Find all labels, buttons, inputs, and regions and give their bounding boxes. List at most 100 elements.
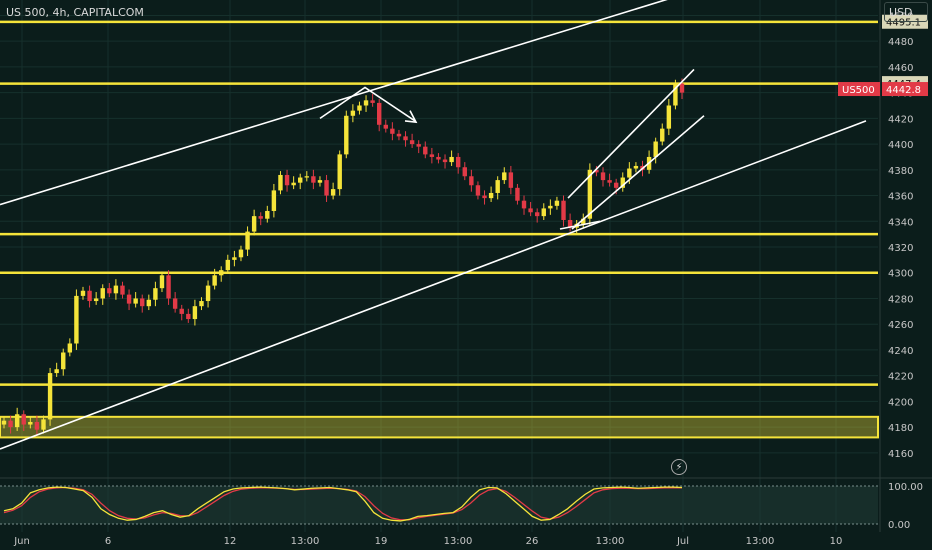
- candle-body: [600, 172, 606, 181]
- candle-body: [146, 299, 152, 307]
- candle-body: [120, 285, 125, 295]
- candle-body: [278, 174, 283, 191]
- candle-body: [87, 290, 92, 302]
- y-tick-label: 4380: [888, 166, 913, 177]
- candle-body: [534, 212, 540, 217]
- candle-body: [298, 177, 303, 183]
- support-zone: [0, 415, 879, 439]
- candle-body: [67, 343, 73, 353]
- candle-body: [126, 294, 132, 304]
- y-tick-label: 4400: [888, 140, 913, 151]
- x-tick-label: 6: [105, 536, 111, 547]
- candle-body: [436, 156, 441, 160]
- candle-body: [390, 128, 395, 134]
- candle-body: [515, 187, 520, 201]
- candle-body: [219, 270, 224, 276]
- candle-body: [74, 295, 79, 344]
- candle-body: [633, 165, 639, 169]
- lightning-icon[interactable]: ⚡: [671, 459, 687, 475]
- candle-body: [660, 128, 665, 142]
- candle-body: [28, 421, 33, 425]
- candle-body: [455, 156, 461, 168]
- y-tick-label: 4280: [888, 294, 913, 305]
- y-tick-label: 4200: [888, 397, 913, 408]
- candle-body: [449, 156, 454, 163]
- ticker-label[interactable]: US 500, 4h, CAPITALCOM: [6, 6, 144, 19]
- candle-body: [653, 141, 658, 157]
- candle-body: [528, 208, 533, 213]
- x-tick-label: Jun: [13, 536, 30, 547]
- candle-body: [245, 231, 250, 250]
- candle-body: [251, 216, 257, 232]
- candle-body: [627, 168, 632, 178]
- candle-body: [350, 110, 356, 116]
- y-tick-label: 4420: [888, 114, 913, 125]
- symbol-tag-text: US500: [842, 85, 875, 96]
- y-tick-label: 4160: [888, 449, 913, 460]
- x-tick-label: 13:00: [291, 536, 320, 547]
- candle-body: [502, 172, 507, 181]
- candle-body: [225, 259, 231, 271]
- candle-body: [186, 313, 191, 320]
- price-tag-text: 4442.8: [886, 85, 921, 96]
- candle-body: [541, 208, 546, 217]
- candle-body: [133, 298, 138, 304]
- candle-body: [284, 174, 290, 186]
- y-tick-label: 4260: [888, 320, 913, 331]
- candle-body: [8, 420, 13, 428]
- candle-body: [363, 100, 369, 106]
- oscillator-tick-label: 100.00: [888, 482, 923, 493]
- candle-body: [159, 275, 165, 289]
- candle-body: [554, 200, 560, 206]
- candle-body: [396, 133, 402, 137]
- candle-body: [357, 105, 362, 111]
- x-tick-label: 13:00: [444, 536, 473, 547]
- candle-body: [521, 200, 527, 209]
- chart-root: 4160 4180 4200 4220 4240 4260 4280 4300 4320 4340…: [0, 0, 932, 550]
- candle-body: [113, 285, 119, 294]
- price-label-current: US500 4442.8: [838, 82, 928, 97]
- chart-canvas[interactable]: 4160 4180 4200 4220 4240 4260 4280 4300 4320 4340…: [0, 0, 932, 550]
- candle-body: [54, 369, 59, 374]
- candle-body: [107, 288, 112, 294]
- oscillator-tick-label: 0.00: [888, 520, 910, 531]
- y-tick-label: 4480: [888, 37, 913, 48]
- candle-body: [100, 288, 105, 299]
- candle-body: [80, 290, 86, 296]
- candle-body: [679, 83, 685, 93]
- y-tick-label: 4240: [888, 346, 913, 357]
- candle-body: [21, 414, 26, 425]
- candle-body: [34, 421, 40, 430]
- candle-body: [495, 180, 500, 193]
- candle-body: [212, 275, 217, 286]
- candle-body: [423, 146, 428, 155]
- x-tick-label: 13:00: [746, 536, 775, 547]
- candle-body: [561, 200, 566, 220]
- x-tick-label: 12: [224, 536, 237, 547]
- candle-body: [462, 167, 467, 177]
- candle-body: [666, 105, 672, 129]
- candle-body: [330, 189, 336, 196]
- candle-body: [192, 306, 198, 320]
- y-tick-label: 4360: [888, 192, 913, 203]
- candle-body: [383, 124, 388, 129]
- candle-body: [613, 182, 619, 188]
- candle-body: [93, 298, 99, 302]
- candle-body: [469, 176, 474, 186]
- candle-body: [1, 420, 7, 425]
- candle-body: [311, 176, 316, 183]
- candle-body: [205, 285, 211, 302]
- candle-body: [47, 373, 53, 420]
- candle-body: [370, 100, 375, 103]
- y-tick-label: 4180: [888, 423, 913, 434]
- candle-body: [291, 182, 296, 186]
- y-tick-label: 4320: [888, 243, 913, 254]
- candle-body: [442, 159, 448, 163]
- y-tick-label: 4460: [888, 63, 913, 74]
- candle-body: [475, 185, 481, 196]
- currency-button[interactable]: USD: [884, 2, 928, 22]
- candle-body: [271, 190, 277, 211]
- candle-body: [377, 102, 382, 125]
- candle-body: [482, 195, 487, 199]
- y-tick-label: 4220: [888, 372, 913, 383]
